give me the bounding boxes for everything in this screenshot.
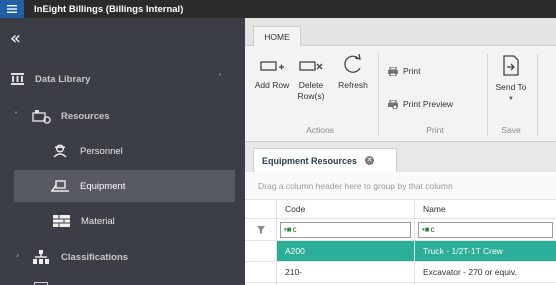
- row-indicator: [245, 241, 277, 261]
- equipment-icon: [50, 179, 70, 193]
- hierarchy-icon: [32, 250, 50, 264]
- ribbon: Add Row Delete Row(s) Refresh Print Prin…: [245, 46, 556, 142]
- cell-name[interactable]: Truck - 1/2T-1T Crew: [415, 241, 556, 261]
- ribbon-separator: [487, 54, 488, 136]
- delete-rows-label-1: Delete: [298, 80, 324, 90]
- refresh-button[interactable]: Refresh: [333, 54, 373, 91]
- hamburger-menu-button[interactable]: [0, 0, 24, 18]
- personnel-icon: [52, 144, 68, 158]
- group-label-save: Save: [501, 125, 521, 135]
- print-preview-icon: [388, 99, 398, 109]
- close-icon[interactable]: ✕: [365, 156, 375, 165]
- print-preview-label: Print Preview: [403, 99, 454, 109]
- print-label: Print: [403, 66, 421, 76]
- sidebar-item-classifications[interactable]: › Classifications: [0, 246, 245, 268]
- send-to-label: Send To: [495, 82, 527, 92]
- sidebar-item-label: Personnel: [80, 145, 123, 157]
- add-row-label: Add Row: [254, 80, 290, 90]
- grid-header-row: Code Name: [245, 200, 556, 219]
- resources-icon: [32, 109, 52, 124]
- tab-equipment-resources[interactable]: Equipment Resources ✕: [253, 148, 397, 172]
- cell-code[interactable]: A200: [277, 241, 415, 261]
- delete-row-icon: [299, 61, 323, 71]
- filter-icon[interactable]: [245, 219, 277, 240]
- filter-operator-label: c: [292, 225, 297, 234]
- double-chevron-left-icon[interactable]: «: [10, 30, 21, 48]
- refresh-label: Refresh: [338, 80, 368, 90]
- sidebar-item-label: Resources: [61, 110, 110, 122]
- filter-cell-name: •■ c: [415, 219, 556, 240]
- document-tab-strip: Equipment Resources ✕: [245, 142, 556, 172]
- sidebar-item-label: Material: [81, 215, 115, 227]
- document-tab-label: Equipment Resources: [262, 155, 358, 166]
- title-bar: InEight Billings (Billings Internal): [0, 0, 556, 18]
- app-title: InEight Billings (Billings Internal): [34, 3, 184, 15]
- ribbon-separator: [378, 54, 379, 136]
- name-filter-input[interactable]: •■ c: [418, 221, 553, 238]
- dropdown-arrow-icon: ▼: [508, 96, 514, 102]
- chevron-down-icon: ˅: [14, 111, 18, 120]
- sidebar-item-label: Classifications: [61, 251, 129, 263]
- sidebar-item-resources[interactable]: ˅ Resources: [0, 104, 245, 128]
- sidebar-item-material[interactable]: Material: [0, 210, 245, 232]
- add-row-icon: [260, 61, 284, 71]
- ribbon-separator: [537, 54, 538, 136]
- material-icon: [52, 215, 70, 227]
- delete-rows-button[interactable]: Delete Row(s): [291, 58, 331, 102]
- chevron-up-icon: ˄: [218, 73, 222, 82]
- filter-operator-icon: •■: [422, 225, 430, 234]
- column-header-name[interactable]: Name: [415, 200, 556, 218]
- delete-rows-label-2: Row(s): [297, 91, 325, 101]
- table-row[interactable]: 210- Excavator - 270 or equiv.: [245, 262, 556, 283]
- code-filter-input[interactable]: •■ c: [280, 221, 411, 238]
- tab-home[interactable]: HOME: [253, 26, 301, 47]
- printer-icon: [388, 66, 398, 76]
- refresh-icon: [344, 54, 361, 73]
- sidebar-item-equipment[interactable]: Equipment: [14, 170, 235, 202]
- print-button[interactable]: Print: [388, 66, 420, 76]
- chevron-right-icon: ›: [16, 251, 20, 260]
- sidebar-item-label: Data Library: [35, 73, 91, 85]
- cell-name[interactable]: Excavator - 270 or equiv.: [415, 262, 556, 282]
- sidebar: « Data Library ˄ ˅ Resources Personnel E…: [0, 18, 245, 285]
- send-to-icon: [503, 55, 519, 76]
- group-label-print: Print: [426, 125, 444, 135]
- cell-code[interactable]: 210-: [277, 262, 415, 282]
- row-indicator: [245, 262, 277, 282]
- grid-filter-row: •■ c •■ c: [245, 219, 556, 241]
- column-header-code[interactable]: Code: [277, 200, 415, 218]
- filter-operator-icon: •■: [284, 225, 292, 234]
- filter-cell-code: •■ c: [277, 219, 415, 240]
- ribbon-tab-strip: HOME: [245, 18, 556, 47]
- library-icon: [10, 73, 24, 85]
- table-row[interactable]: A200 Truck - 1/2T-1T Crew: [245, 241, 556, 262]
- hamburger-icon: [7, 5, 17, 13]
- filter-operator-label: c: [430, 225, 435, 234]
- group-by-panel[interactable]: Drag a column header here to group by th…: [245, 172, 556, 200]
- sidebar-item-partial: [0, 280, 245, 285]
- sidebar-item-label: Equipment: [80, 180, 126, 192]
- print-preview-button[interactable]: Print Preview: [388, 99, 453, 109]
- sidebar-item-personnel[interactable]: Personnel: [0, 140, 245, 162]
- grid-header-spacer: [245, 200, 277, 218]
- send-to-button[interactable]: Send To ▼: [491, 54, 531, 105]
- group-label-actions: Actions: [306, 125, 334, 135]
- sidebar-item-data-library[interactable]: Data Library ˄: [0, 68, 245, 90]
- add-row-button[interactable]: Add Row: [253, 58, 291, 91]
